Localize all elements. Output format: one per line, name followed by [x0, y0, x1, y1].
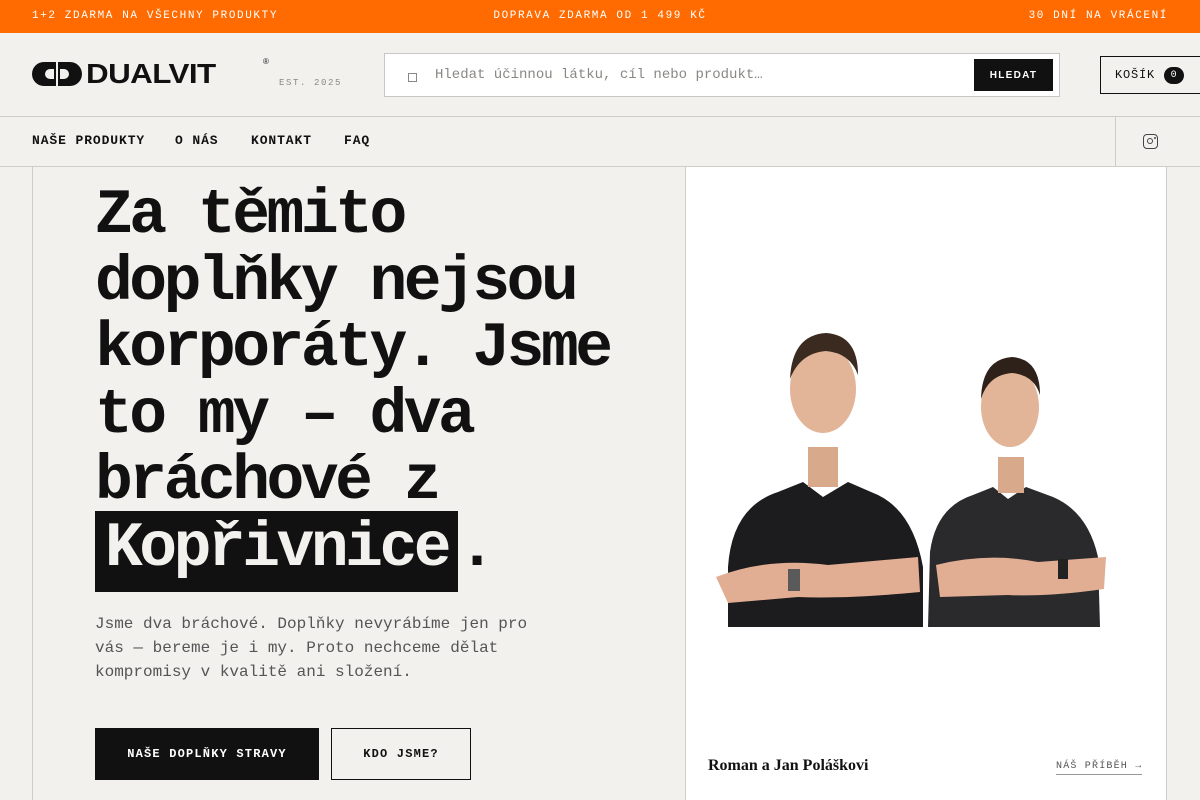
hero-subtitle: Jsme dva bráchové. Doplňky nevyrábíme je…	[95, 615, 528, 681]
logo-tagline: EST. 2025	[279, 78, 343, 88]
search-button[interactable]: HLEDAT	[974, 59, 1053, 91]
photo-caption: Roman a Jan Poláškovi	[708, 757, 869, 774]
instagram-link[interactable]	[1115, 117, 1200, 166]
promo-bundle-offer: 1+2 ZDARMA NA VŠECHNY PRODUKTY	[32, 10, 279, 22]
founders-photo	[716, 333, 1106, 627]
who-are-we-button[interactable]: KDO JSME?	[331, 728, 471, 780]
cart-button[interactable]: KOŠÍK 0	[1100, 56, 1200, 94]
hero-text-panel: Za těmito doplňky nejsou korporáty. Jsme…	[32, 167, 686, 800]
nav-item-products[interactable]: NAŠE PRODUKTY	[32, 133, 145, 148]
site-header: DUALVIT ® EST. 2025 HLEDAT KOŠÍK 0	[0, 33, 1200, 117]
nav-item-faq[interactable]: FAQ	[344, 133, 370, 148]
promo-returns: 30 DNÍ NA VRÁCENÍ	[1028, 10, 1168, 22]
products-button[interactable]: NAŠE DOPLŇKY STRAVY	[95, 728, 319, 780]
nav-item-contact[interactable]: KONTAKT	[251, 133, 312, 148]
founder-left-figure	[716, 333, 923, 627]
main-nav: NAŠE PRODUKTY O NÁS KONTAKT FAQ	[0, 117, 1200, 167]
nav-item-about[interactable]: O NÁS	[175, 133, 219, 148]
cart-label: KOŠÍK	[1115, 68, 1156, 82]
search-icon	[408, 73, 417, 82]
search-input[interactable]	[435, 65, 955, 85]
cart-count-badge: 0	[1164, 66, 1185, 84]
hero-photo-panel: Roman a Jan Poláškovi NÁŠ PŘÍBĚH →	[685, 167, 1167, 800]
logo[interactable]: DUALVIT ®	[32, 57, 269, 89]
our-story-link[interactable]: NÁŠ PŘÍBĚH →	[1056, 761, 1143, 775]
registered-mark: ®	[263, 57, 269, 66]
hero-title: Za těmito doplňky nejsou korporáty. Jsme…	[95, 180, 655, 592]
hero-title-main: Za těmito doplňky nejsou korporáty. Jsme…	[95, 180, 613, 517]
promo-bar: DOPRAVA ZDARMA OD 1 499 KČ 1+2 ZDARMA NA…	[0, 0, 1200, 33]
logo-mark-icon	[32, 62, 82, 86]
search-bar: HLEDAT	[384, 53, 1060, 97]
hero-title-end: .	[458, 512, 496, 584]
logo-wordmark: DUALVIT	[86, 58, 216, 89]
founder-right-figure	[928, 357, 1106, 627]
instagram-icon	[1143, 134, 1158, 149]
hero-title-highlight: Kopřivnice	[95, 510, 459, 592]
